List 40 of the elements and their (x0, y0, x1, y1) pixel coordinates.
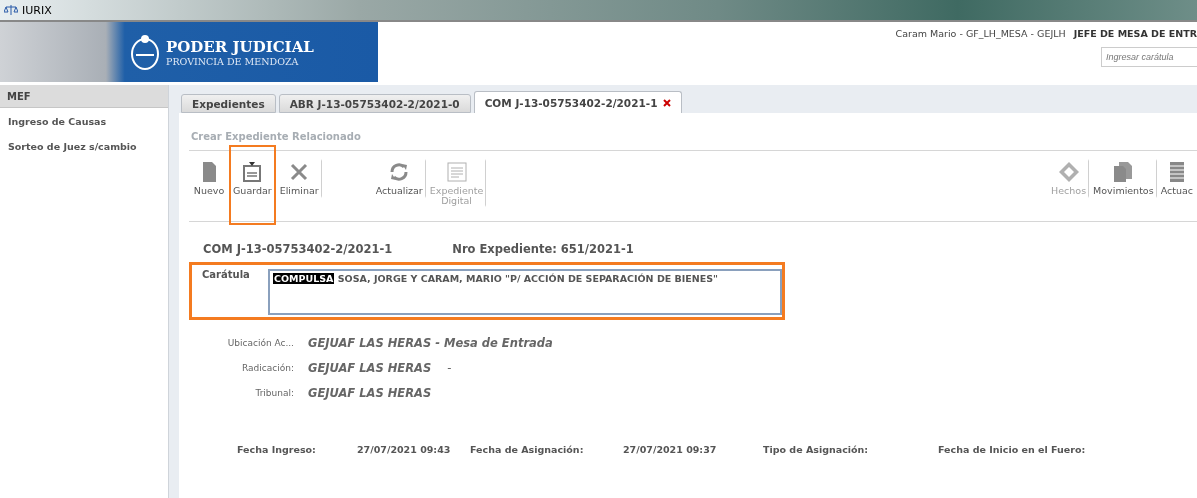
detail-value: GEJUAF LAS HERAS (308, 386, 433, 400)
brand-subtitle: PROVINCIA DE MENDOZA (166, 55, 300, 67)
date-label: Fecha de Inicio en el Fuero: (938, 444, 1087, 455)
sidebar-title: MEF (0, 85, 168, 108)
document-icon (445, 161, 468, 183)
tab[interactable]: Expedientes (181, 94, 276, 113)
diamond-icon (1057, 161, 1080, 183)
emblem-icon (130, 33, 160, 71)
scales-icon (4, 5, 18, 15)
tab[interactable]: COM J-13-05753402-2/2021-1 (473, 91, 683, 113)
detail-value: GEJUAF LAS HERAS - Mesa de Entrada (308, 336, 554, 350)
detail-label: Ubicación Ac... (226, 338, 294, 348)
toolbar-button[interactable]: Actuac (1156, 159, 1197, 198)
detail-value: GEJUAF LAS HERAS - (308, 361, 453, 375)
sidebar-item[interactable]: Sorteo de Juez s/cambio (0, 135, 168, 158)
user-info: Caram Mario - GF_LH_MESA - GEJLH (895, 28, 1066, 39)
toolbar-button[interactable]: Eliminar (275, 159, 322, 198)
toolbar-button[interactable]: Guardar (229, 145, 276, 225)
toolbar-button[interactable]: Nuevo (189, 159, 229, 198)
toolbar-button[interactable]: Actualizar (371, 159, 426, 198)
window-title: IURIX (22, 3, 52, 17)
search-field[interactable]: Ingresar carátula (1101, 47, 1197, 67)
date-label: Tipo de Asignación: (763, 444, 870, 455)
date-value: 27/07/2021 09:43 (357, 444, 452, 455)
date-label: Fecha de Asignación: (470, 444, 585, 455)
brand-title: PODER JUDICIAL (166, 37, 314, 56)
user-role: JEFE DE MESA DE ENTR (1073, 28, 1197, 39)
documents-icon (1112, 161, 1135, 183)
field-label: Carátula (202, 269, 251, 282)
date-value: 27/07/2021 09:37 (623, 444, 718, 455)
detail-label: Radicación: (241, 363, 294, 373)
tab[interactable]: ABR J-13-05753402-2/2021-0 (278, 94, 471, 113)
close-icon[interactable] (663, 98, 672, 107)
record-number: Nro Expediente: 651/2021-1 (452, 242, 634, 256)
record-code: COM J-13-05753402-2/2021-1 (203, 242, 393, 256)
date-label: Fecha Ingreso: (237, 444, 317, 455)
detail-label: Tribunal: (254, 388, 294, 398)
caratula-field[interactable]: COMPULSA SOSA, JORGE Y CARAM, MARIO "P/ ACCIÓN DE SEPARACIÓN DE BIENES" (268, 269, 782, 315)
toolbar-button[interactable]: Movimientos (1089, 159, 1157, 198)
sidebar-item[interactable]: Ingreso de Causas (0, 110, 168, 133)
